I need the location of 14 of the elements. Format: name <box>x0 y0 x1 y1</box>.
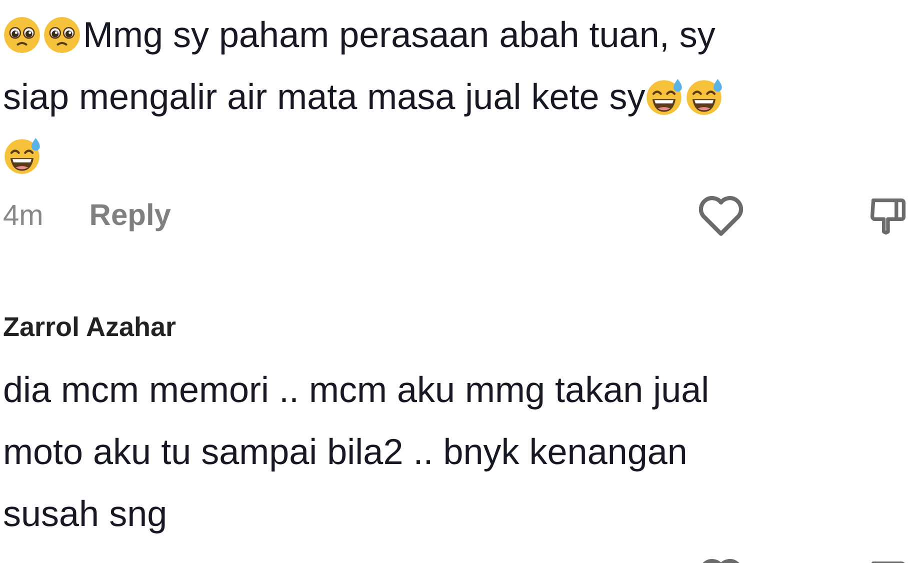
comment-author: Zarrol Azahar <box>3 312 176 342</box>
sweat-smile-icon <box>3 137 41 175</box>
pleading-face-icon <box>43 16 81 54</box>
comment-text: susah sng <box>3 493 168 535</box>
comment-time: 4m <box>3 200 44 232</box>
reply-button[interactable]: Reply <box>89 199 171 233</box>
heart-icon[interactable] <box>697 194 745 238</box>
comment-text: moto aku tu sampai bila2 .. bnyk kenangan <box>3 431 688 473</box>
comment-text: dia mcm memori .. mcm aku mmg takan jual <box>3 369 710 411</box>
sweat-smile-icon <box>685 78 724 116</box>
comment-text: Mmg sy paham perasaan abah tuan, sy <box>83 14 716 56</box>
pleading-face-icon <box>3 16 41 54</box>
comment-text: siap mengalir air mata masa jual kete sy <box>3 76 646 118</box>
sweat-smile-icon <box>645 78 684 116</box>
